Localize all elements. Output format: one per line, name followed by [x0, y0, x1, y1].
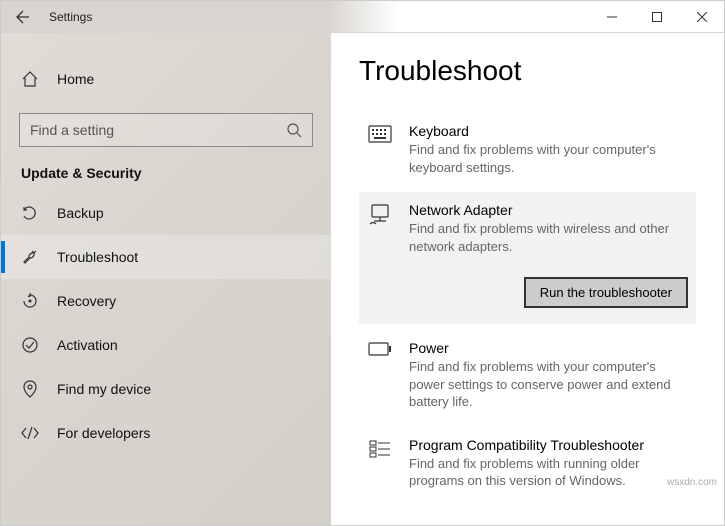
- title-bar: Settings: [1, 1, 724, 33]
- nav-for-developers[interactable]: For developers: [1, 411, 331, 455]
- search-input[interactable]: [30, 122, 286, 138]
- backup-icon: [21, 204, 39, 222]
- troubleshooter-network-adapter[interactable]: Network Adapter Find and fix problems wi…: [359, 192, 696, 324]
- troubleshooter-title: Power: [409, 340, 688, 356]
- troubleshooter-power[interactable]: Power Find and fix problems with your co…: [359, 330, 696, 421]
- watermark: wsxdn.com: [667, 477, 717, 488]
- close-button[interactable]: [679, 1, 724, 33]
- nav-home-label: Home: [57, 71, 94, 87]
- window-title: Settings: [45, 10, 589, 24]
- search-icon: [286, 122, 302, 138]
- minimize-button[interactable]: [589, 1, 634, 33]
- troubleshooter-desc: Find and fix problems with your computer…: [409, 141, 688, 176]
- power-icon: [367, 340, 393, 411]
- nav-activation[interactable]: Activation: [1, 323, 331, 367]
- troubleshoot-icon: [21, 248, 39, 266]
- nav-backup[interactable]: Backup: [1, 191, 331, 235]
- nav-item-label: Troubleshoot: [57, 249, 138, 265]
- search-box[interactable]: [19, 113, 313, 147]
- nav-item-label: Activation: [57, 337, 118, 353]
- back-arrow-icon: [15, 9, 31, 25]
- activation-icon: [21, 336, 39, 354]
- run-troubleshooter-button[interactable]: Run the troubleshooter: [524, 277, 688, 308]
- page-title: Troubleshoot: [359, 55, 696, 87]
- main-panel: Troubleshoot Keyboard Find and fix probl…: [331, 33, 724, 525]
- section-header: Update & Security: [21, 165, 331, 181]
- nav-find-my-device[interactable]: Find my device: [1, 367, 331, 411]
- troubleshooter-program-compatibility[interactable]: Program Compatibility Troubleshooter Fin…: [359, 427, 696, 500]
- developers-icon: [21, 424, 39, 442]
- troubleshooter-desc: Find and fix problems with your computer…: [409, 358, 688, 411]
- recovery-icon: [21, 292, 39, 310]
- nav-home[interactable]: Home: [1, 57, 331, 101]
- troubleshooter-title: Keyboard: [409, 123, 688, 139]
- nav-item-label: For developers: [57, 425, 150, 441]
- troubleshooter-title: Network Adapter: [409, 202, 688, 218]
- program-compatibility-icon: [367, 437, 393, 490]
- nav-item-label: Recovery: [57, 293, 116, 309]
- maximize-button[interactable]: [634, 1, 679, 33]
- network-adapter-icon: [367, 202, 393, 308]
- troubleshooter-desc: Find and fix problems with wireless and …: [409, 220, 688, 255]
- back-button[interactable]: [1, 1, 45, 33]
- find-device-icon: [21, 380, 39, 398]
- sidebar: Home Update & Security Backup Troublesho…: [1, 33, 331, 525]
- minimize-icon: [607, 12, 617, 22]
- home-icon: [21, 70, 39, 88]
- nav-recovery[interactable]: Recovery: [1, 279, 331, 323]
- nav-item-label: Backup: [57, 205, 104, 221]
- nav-item-label: Find my device: [57, 381, 151, 397]
- close-icon: [697, 12, 707, 22]
- troubleshooter-keyboard[interactable]: Keyboard Find and fix problems with your…: [359, 113, 696, 186]
- maximize-icon: [652, 12, 662, 22]
- nav-troubleshoot[interactable]: Troubleshoot: [1, 235, 331, 279]
- keyboard-icon: [367, 123, 393, 176]
- troubleshooter-title: Program Compatibility Troubleshooter: [409, 437, 688, 453]
- troubleshooter-desc: Find and fix problems with running older…: [409, 455, 688, 490]
